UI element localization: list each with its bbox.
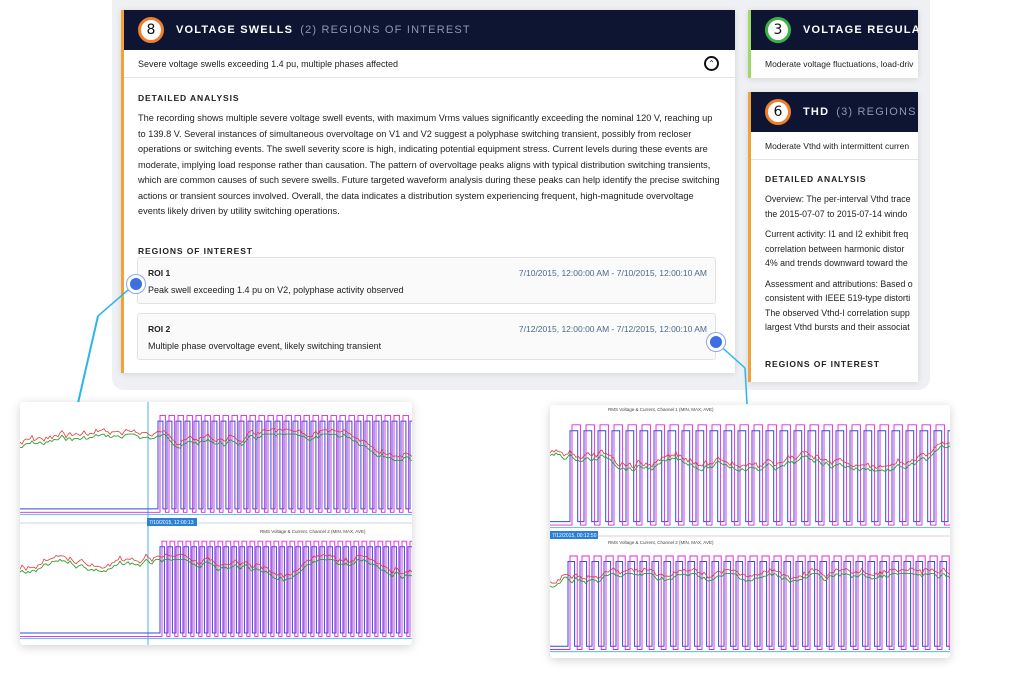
roi-time: 7/10/2015, 12:00:00 AM - 7/10/2015, 12:0…: [518, 268, 707, 278]
roi-desc: Peak swell exceeding 1.4 pu on V2, polyp…: [148, 285, 404, 295]
card-subtitle: (3) REGIONS OF I: [836, 106, 918, 118]
card-subtitle: (2) REGIONS OF INTEREST: [300, 24, 471, 36]
card-header[interactable]: 8 VOLTAGE SWELLS (2) REGIONS OF INTEREST: [124, 10, 735, 50]
roi1-marker-icon[interactable]: [127, 275, 145, 293]
severity-badge: 8: [138, 17, 164, 43]
panel-title: RMS Voltage & Current, Channel 2 (MIN, M…: [608, 540, 714, 545]
analysis-line: Assessment and attributions: Based o: [765, 278, 913, 289]
roi1-waveform-svg: 7/10/2015, 12:00:13 RMS Voltage & Curren…: [20, 402, 412, 645]
card-summary: Moderate Vthd with intermittent curren: [751, 132, 918, 160]
analysis-line: Current activity: I1 and I2 exhibit freq: [765, 229, 909, 239]
analysis-line: the 2015-07-07 to 2015-07-14 windo: [765, 208, 908, 219]
card-title: VOLTAGE SWELLS: [176, 24, 294, 36]
analysis-line: correlation between harmonic distor: [765, 243, 905, 254]
card-header[interactable]: 6 THD (3) REGIONS OF I: [751, 92, 918, 132]
roi2-waveform-svg: RMS Voltage & Current, Channel 1 (MIN, M…: [550, 405, 950, 658]
card-header[interactable]: 3 VOLTAGE REGULATION: [751, 10, 918, 50]
connector-roi1: [77, 315, 99, 404]
roi-item[interactable]: ROI 1 7/10/2015, 12:00:00 AM - 7/10/2015…: [137, 257, 716, 304]
analysis-line: consistent with IEEE 519-type distorti: [765, 293, 911, 303]
cursor-label: 7/10/2015, 12:00:13: [149, 520, 194, 526]
thd-card: 6 THD (3) REGIONS OF I Moderate Vthd wit…: [748, 92, 918, 382]
analysis-heading: DETAILED ANALYSIS: [765, 174, 867, 184]
roi-heading: REGIONS OF INTEREST: [765, 358, 880, 369]
cursor-label: 7/12/2015, 00:12:50: [552, 533, 597, 539]
roi-time: 7/12/2015, 12:00:00 AM - 7/12/2015, 12:0…: [518, 324, 707, 334]
analysis-line: 4% and trends downward toward the: [765, 258, 908, 268]
collapse-chevron-icon[interactable]: ⌃: [704, 56, 719, 71]
roi2-waveform-chart: RMS Voltage & Current, Channel 1 (MIN, M…: [550, 405, 950, 658]
card-title: THD: [803, 106, 830, 118]
summary-text: Severe voltage swells exceeding 1.4 pu, …: [138, 58, 398, 69]
roi-title: ROI 1: [148, 268, 171, 278]
severity-badge: 3: [765, 17, 791, 43]
analysis-heading: DETAILED ANALYSIS: [138, 93, 240, 103]
card-summary: Severe voltage swells exceeding 1.4 pu, …: [124, 50, 735, 78]
summary-text: Moderate Vthd with intermittent curren: [765, 140, 910, 151]
panel-title: RMS Voltage & Current, Channel 1 (MIN, M…: [608, 407, 714, 412]
panel-background: [550, 405, 950, 533]
panel-background: [20, 402, 412, 520]
analysis-line: Overview: The per-interval Vthd trace: [765, 194, 911, 204]
analysis-text: The recording shows multiple severe volt…: [138, 113, 720, 216]
analysis-line: largest Vthd bursts and their associat: [765, 322, 910, 332]
roi2-marker-icon[interactable]: [707, 333, 725, 351]
roi-item[interactable]: ROI 2 7/12/2015, 12:00:00 AM - 7/12/2015…: [137, 313, 716, 360]
card-title: VOLTAGE REGULATION: [803, 24, 918, 36]
roi-heading: REGIONS OF INTEREST: [138, 245, 253, 256]
voltage-regulation-card: 3 VOLTAGE REGULATION Moderate voltage fl…: [748, 10, 918, 78]
summary-text: Moderate voltage fluctuations, load-driv: [765, 59, 914, 69]
roi-desc: Multiple phase overvoltage event, likely…: [148, 341, 382, 351]
roi1-waveform-chart: 7/10/2015, 12:00:13 RMS Voltage & Curren…: [20, 402, 412, 645]
analysis-line: The observed Vthd-I correlation supp: [765, 307, 910, 318]
analysis-text: Overview: The per-interval Vthd trace th…: [751, 192, 918, 335]
severity-badge: 6: [765, 99, 791, 125]
roi-title: ROI 2: [148, 324, 171, 334]
panel-title: RMS Voltage & Current, Channel 2 (MIN, M…: [260, 529, 366, 534]
card-summary: Moderate voltage fluctuations, load-driv: [751, 50, 918, 78]
